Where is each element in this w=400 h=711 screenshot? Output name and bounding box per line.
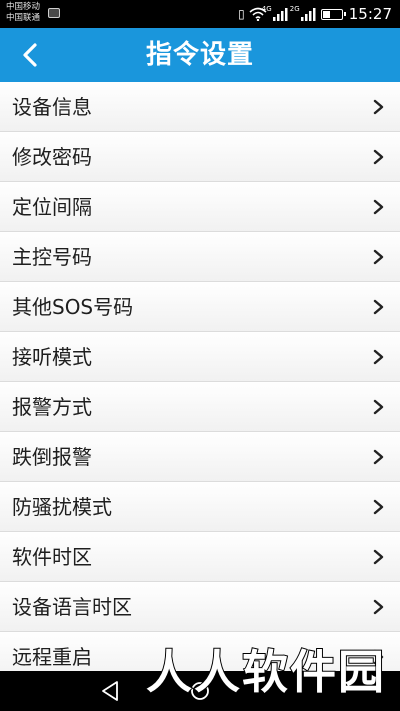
status-icons: ▯ 4G 2G 15:27 [233, 5, 392, 23]
chevron-right-icon [373, 199, 384, 215]
chevron-right-icon [373, 299, 384, 315]
vibrate-icon: ▯ [238, 7, 245, 21]
watermark: 人人软件园 [145, 644, 386, 700]
list-item-label: 设备信息 [12, 95, 92, 119]
list-item-label: 跌倒报警 [12, 445, 92, 469]
list-item[interactable]: 定位间隔 [0, 182, 400, 232]
carrier-info: 中国移动 中国联通 [6, 2, 40, 24]
list-item[interactable]: 设备语言时区 [0, 582, 400, 632]
signal-2: 2G [290, 6, 316, 21]
chevron-right-icon [373, 149, 384, 165]
network-tag-2: 2G [289, 5, 300, 13]
list-item[interactable]: 跌倒报警 [0, 432, 400, 482]
clock: 15:27 [348, 5, 392, 23]
list-item[interactable]: 其他SOS号码 [0, 282, 400, 332]
title-bar: 指令设置 [0, 28, 400, 82]
cell-signal-icon [272, 8, 288, 21]
status-bar: 中国移动 中国联通 ▯ 4G 2G 15:27 [0, 0, 400, 28]
list-item-label: 报警方式 [12, 395, 92, 419]
list-item-label: 设备语言时区 [12, 595, 132, 619]
list-item-label: 软件时区 [12, 545, 92, 569]
list-item[interactable]: 修改密码 [0, 132, 400, 182]
list-item[interactable]: 主控号码 [0, 232, 400, 282]
list-item[interactable]: 设备信息 [0, 82, 400, 132]
list-item-label: 防骚扰模式 [12, 495, 112, 519]
back-button[interactable] [10, 35, 50, 75]
chevron-right-icon [373, 249, 384, 265]
notification-image-icon [48, 8, 60, 18]
list-item-label: 接听模式 [12, 345, 92, 369]
list-item[interactable]: 报警方式 [0, 382, 400, 432]
chevron-right-icon [373, 349, 384, 365]
list-item-label: 远程重启 [12, 645, 92, 669]
carrier-1: 中国移动 [6, 2, 41, 12]
carrier-2: 中国联通 [6, 13, 41, 23]
command-list: 设备信息 修改密码 定位间隔 主控号码 其他SOS号码 接听模式 报警方式 跌倒… [0, 82, 400, 671]
app-screen: 中国移动 中国联通 ▯ 4G 2G 15:27 指令设置 设备信息 修改密码 定… [0, 0, 400, 711]
list-item-label: 定位间隔 [12, 195, 92, 219]
chevron-right-icon [373, 99, 384, 115]
cell-signal-icon [300, 8, 316, 21]
chevron-right-icon [373, 599, 384, 615]
chevron-right-icon [373, 549, 384, 565]
nav-back-icon[interactable] [100, 680, 120, 702]
list-item[interactable]: 防骚扰模式 [0, 482, 400, 532]
chevron-left-icon [23, 43, 37, 67]
list-item[interactable]: 接听模式 [0, 332, 400, 382]
list-item-label: 修改密码 [12, 145, 92, 169]
chevron-right-icon [373, 499, 384, 515]
page-title: 指令设置 [145, 40, 254, 70]
signal-1: 4G [262, 6, 288, 21]
list-item[interactable]: 软件时区 [0, 532, 400, 582]
chevron-right-icon [373, 399, 384, 415]
chevron-right-icon [373, 449, 384, 465]
battery-fill [322, 10, 331, 18]
battery-icon [320, 8, 346, 20]
list-item-label: 其他SOS号码 [12, 295, 134, 319]
network-tag-1: 4G [261, 5, 272, 13]
list-item-label: 主控号码 [12, 245, 92, 269]
